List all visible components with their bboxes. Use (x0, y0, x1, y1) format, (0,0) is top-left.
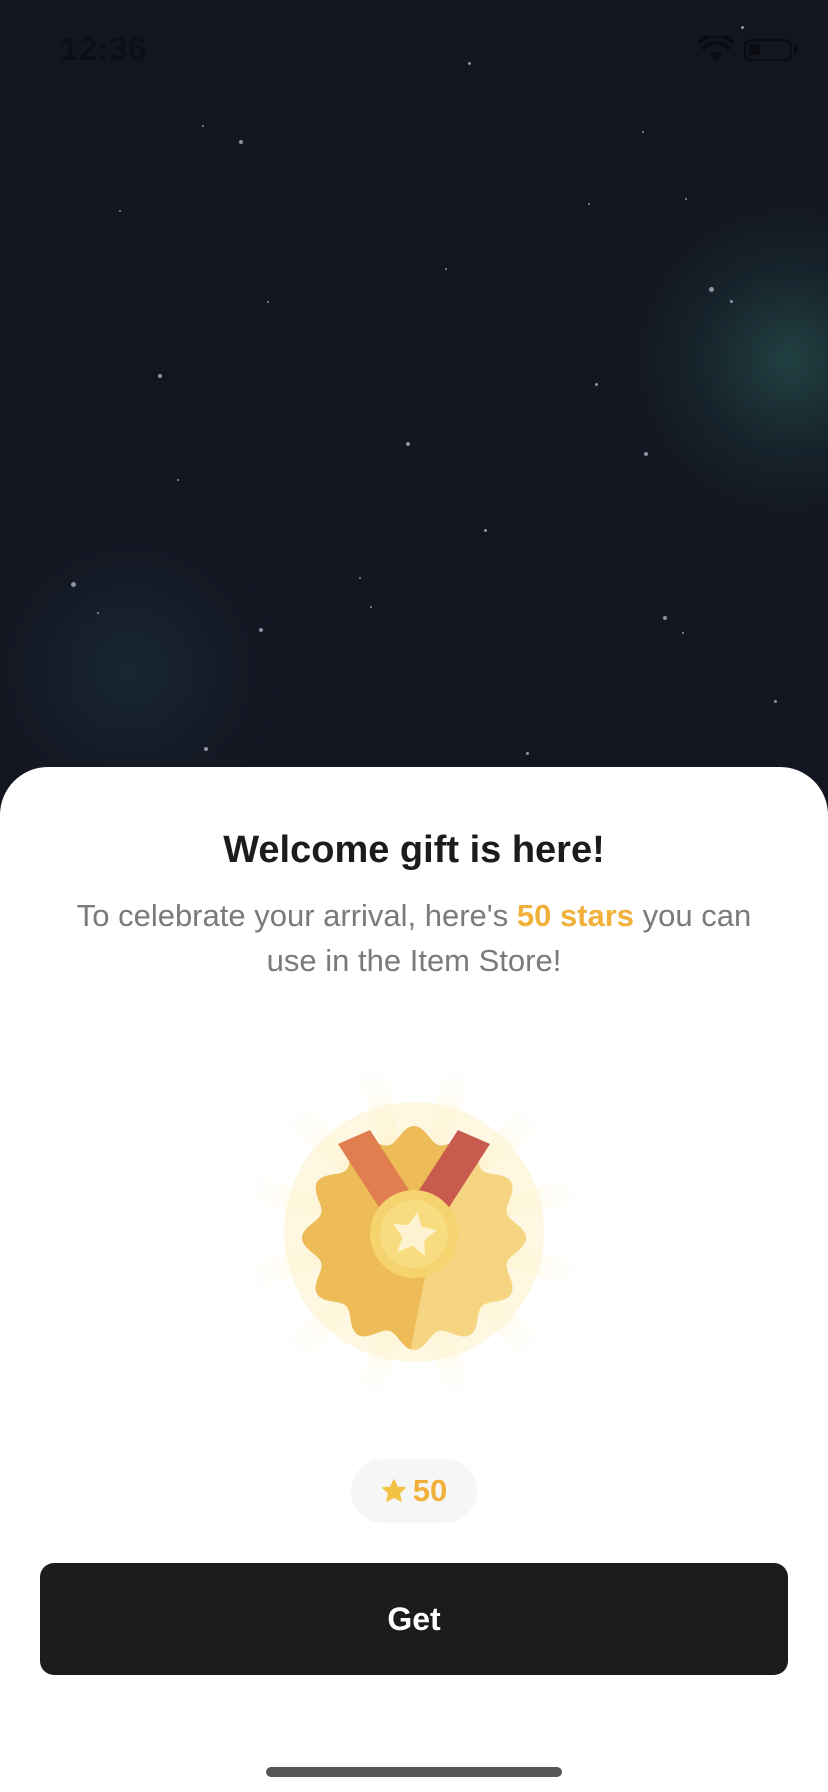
background-star (729, 299, 733, 303)
background-star (259, 628, 263, 632)
background-star (594, 382, 598, 386)
background-star (445, 268, 447, 270)
background-glow-left (0, 540, 300, 800)
background-star (177, 479, 179, 481)
background-star (708, 286, 714, 292)
battery-level (749, 44, 760, 55)
medal-icon (226, 1044, 602, 1420)
background-star (588, 203, 590, 205)
description-highlight: 50 stars (516, 898, 635, 933)
battery-nub (794, 46, 797, 54)
reward-amount: 50 (412, 1473, 448, 1508)
background-star (406, 442, 410, 446)
background-star (97, 612, 99, 614)
reward-amount-pill: 50 (351, 1459, 477, 1523)
background-star (644, 452, 648, 456)
home-indicator (266, 1767, 562, 1777)
welcome-gift-sheet: Welcome gift is here! To celebrate your … (0, 767, 828, 1792)
background-star (204, 747, 208, 751)
status-bar: 12:36 (0, 0, 828, 100)
status-time: 12:36 (60, 30, 147, 67)
sheet-description: To celebrate your arrival, here's 50 sta… (60, 893, 768, 983)
background-star (359, 577, 361, 579)
background-star (663, 616, 667, 620)
background-star (158, 374, 162, 378)
background-glow-right (630, 200, 828, 520)
background-star (685, 198, 687, 200)
starry-background (0, 0, 828, 800)
battery-icon (744, 39, 797, 61)
background-star (239, 140, 243, 144)
background-star (202, 125, 204, 127)
background-star (682, 632, 684, 634)
background-star (70, 581, 76, 587)
sheet-title: Welcome gift is here! (223, 829, 605, 871)
background-star (119, 210, 121, 212)
background-star (773, 699, 777, 703)
background-star (483, 528, 487, 532)
background-star (525, 751, 529, 755)
get-button[interactable]: Get (40, 1563, 788, 1675)
background-star (267, 301, 269, 303)
background-star (370, 606, 372, 608)
background-star (642, 131, 644, 133)
star-icon (382, 1479, 406, 1502)
wifi-icon (698, 36, 734, 61)
description-text-start: To celebrate your arrival, here's (76, 898, 517, 933)
